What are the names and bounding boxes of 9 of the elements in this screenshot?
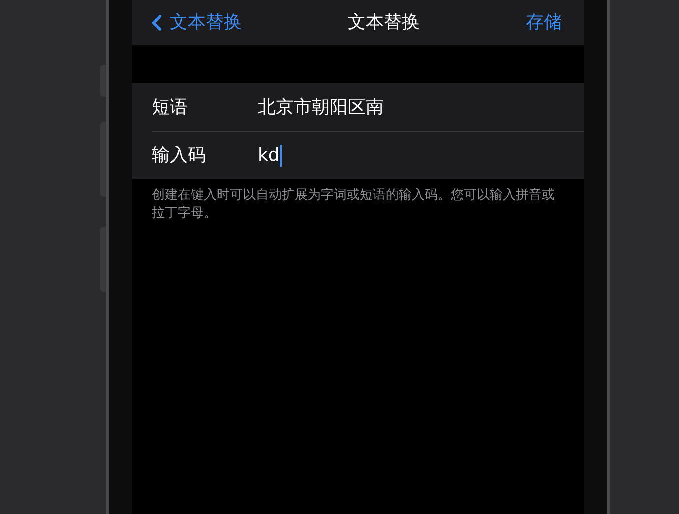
- text-field[interactable]: 北京市朝阳区南: [258, 94, 584, 120]
- back-button[interactable]: 文本替换: [144, 9, 242, 36]
- footer-text: 创建在键入时可以自动扩展为字词或短语的输入码。您可以输入拼音或拉丁字母。: [151, 187, 556, 223]
- text-cursor-icon: [280, 144, 282, 166]
- screen-title: 文本替换: [348, 11, 420, 35]
- field-label: 输入码: [152, 144, 207, 168]
- field-label: 短语: [152, 96, 189, 120]
- text-field[interactable]: kd: [258, 142, 584, 169]
- save-button[interactable]: 存储: [526, 9, 562, 36]
